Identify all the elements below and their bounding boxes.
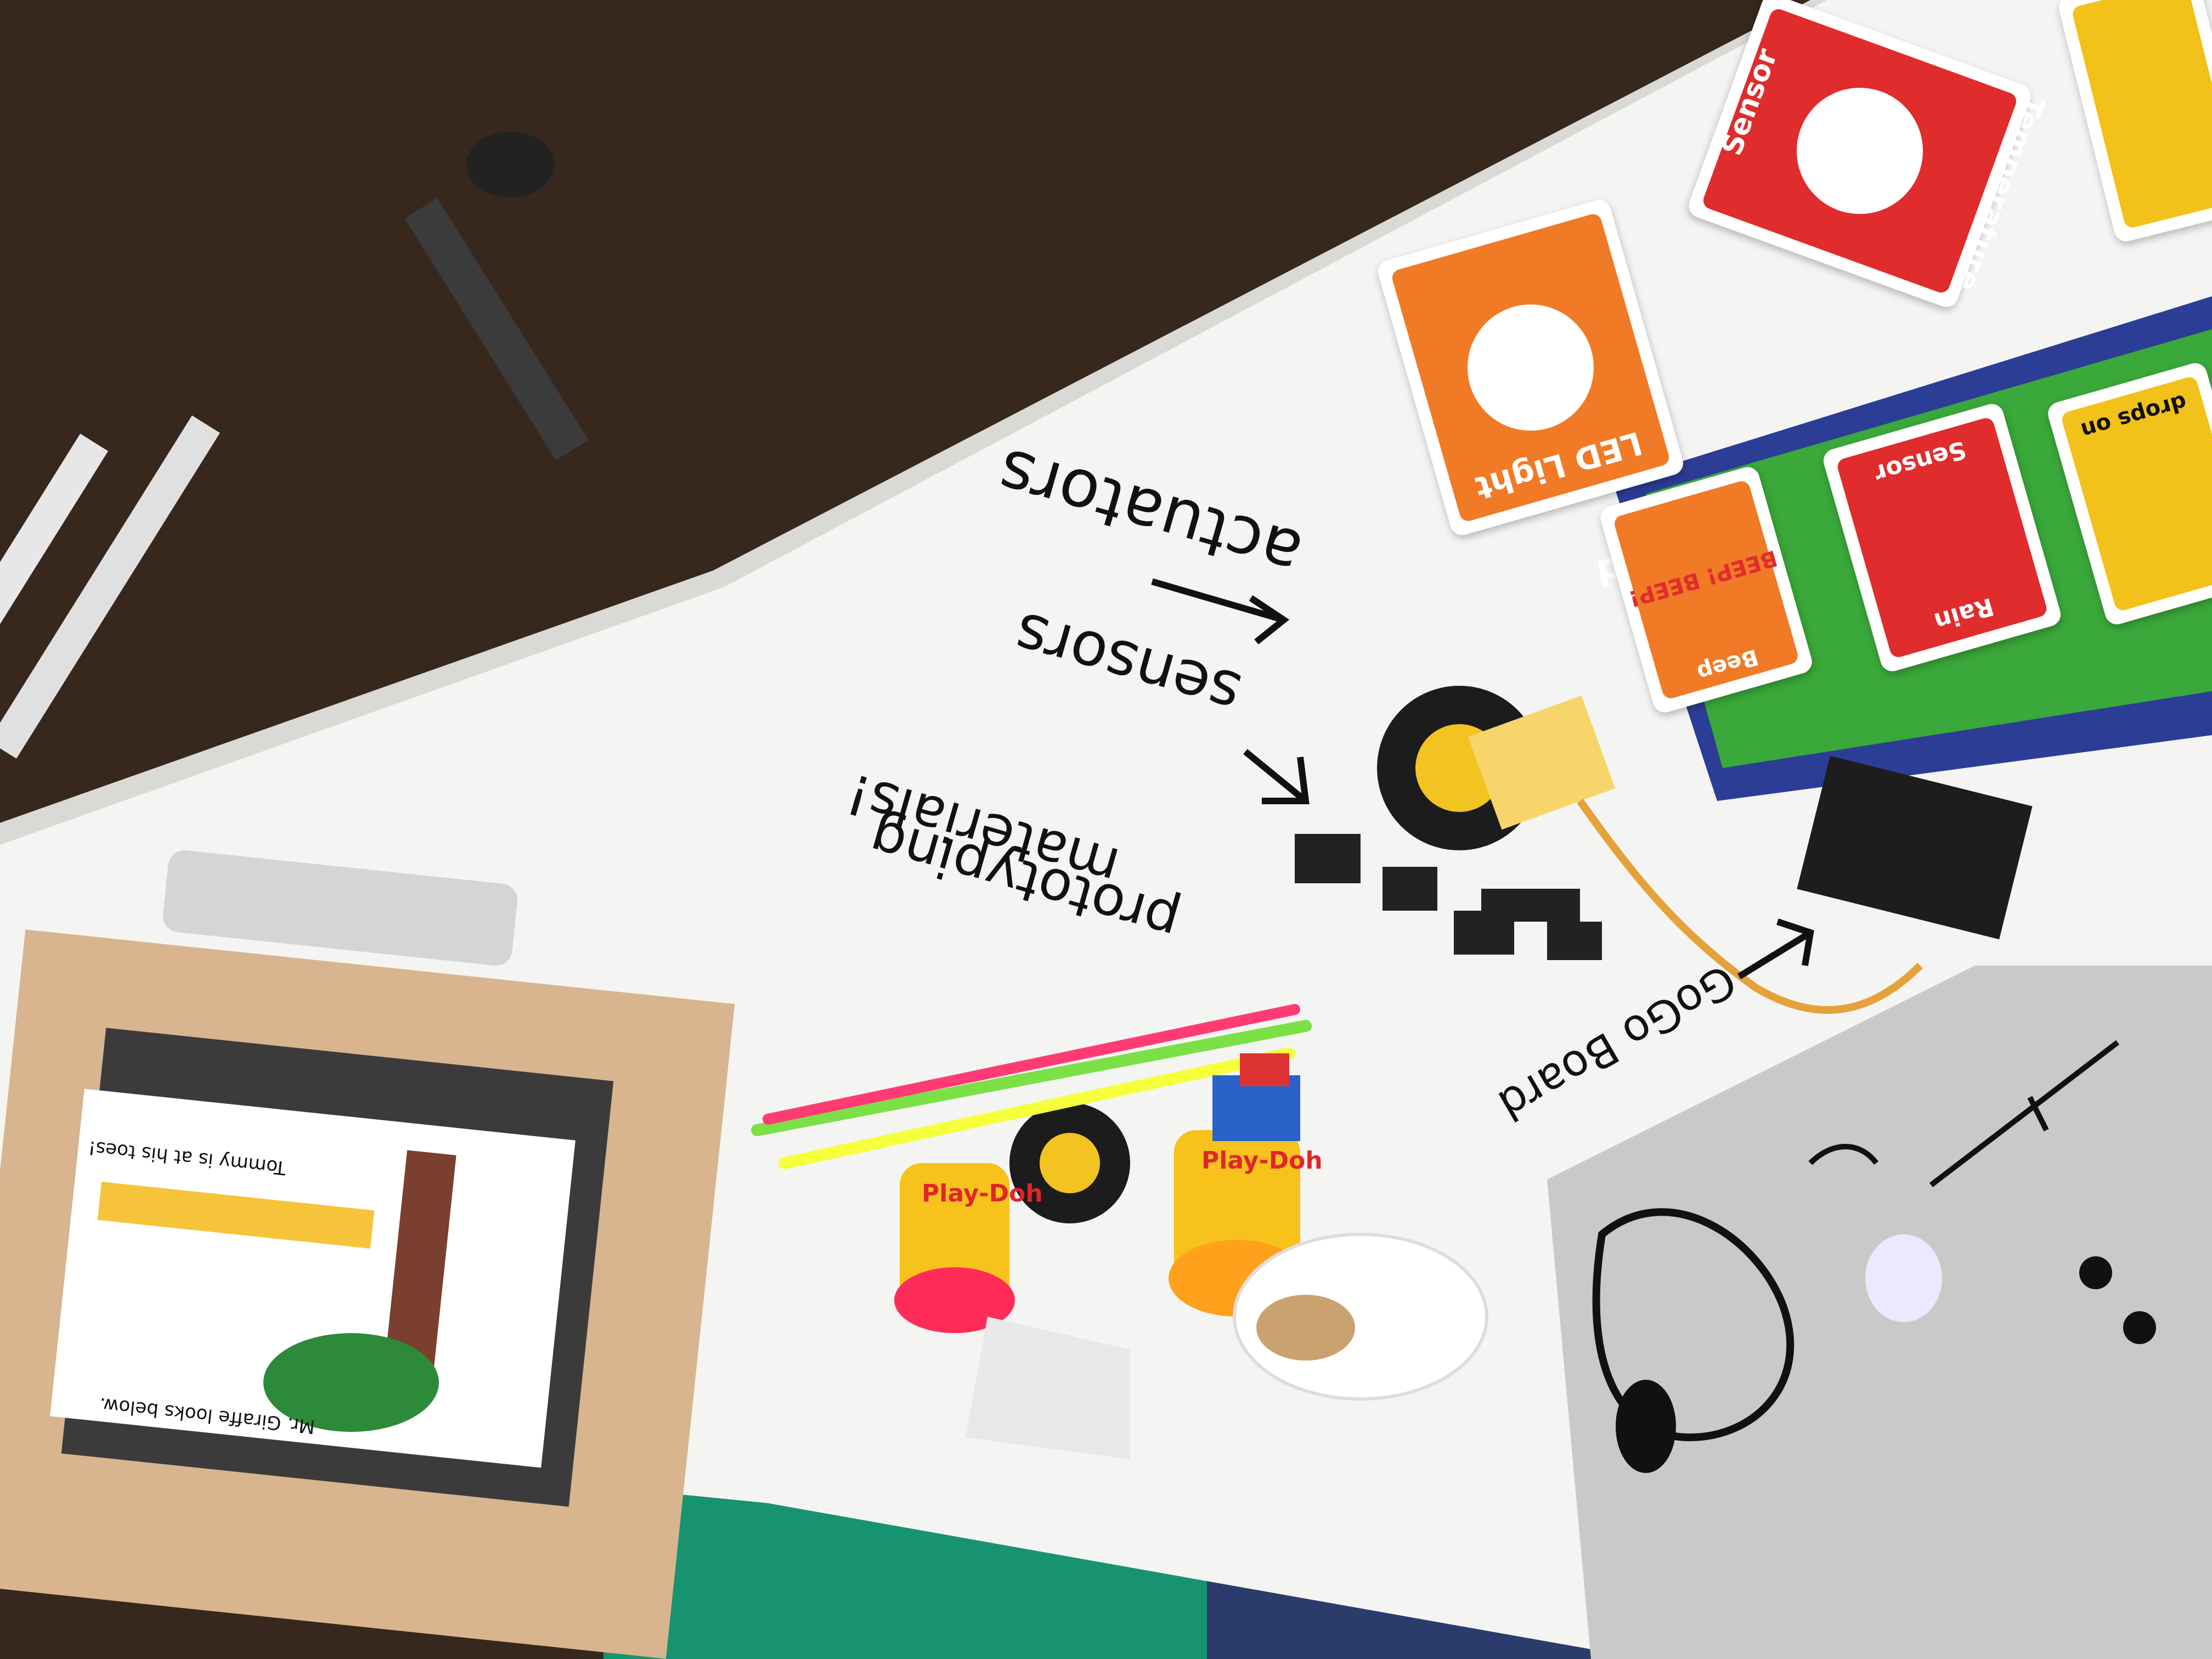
- chair-wheel: [466, 132, 554, 198]
- sticker-dot-1: [2079, 1256, 2112, 1289]
- playdoh-brand-1: Play-Doh: [922, 1180, 1043, 1207]
- laptop-apple-logo: [1865, 1234, 1942, 1322]
- food-on-plate: [1256, 1295, 1355, 1361]
- sensor-module-2: [1383, 867, 1437, 911]
- sticker-dot-2: [2123, 1311, 2156, 1344]
- sensor-module-1: [1295, 834, 1361, 883]
- small-wheel-hub: [1040, 1133, 1100, 1193]
- sensor-module-5: [1547, 922, 1602, 960]
- playdoh-brand-2: Play-Doh: [1201, 1147, 1323, 1175]
- lego-red: [1240, 1053, 1289, 1086]
- sensor-module-4: [1481, 889, 1580, 922]
- snoopy-nose: [1616, 1380, 1676, 1473]
